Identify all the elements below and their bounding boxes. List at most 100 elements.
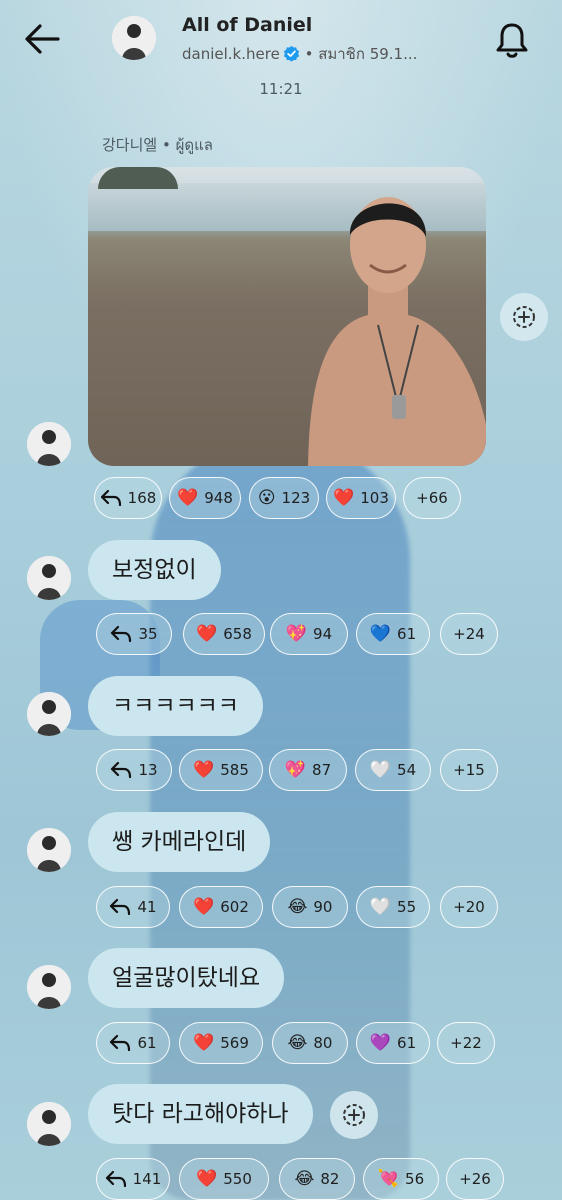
reaction-pill[interactable]: 💙 61 (356, 613, 430, 655)
reaction-emoji: ❤️ (193, 1032, 215, 1053)
reaction-pill[interactable]: 🤍 54 (355, 749, 431, 791)
reaction-count: 103 (360, 489, 389, 507)
reaction-emoji: ❤️ (196, 1168, 218, 1189)
channel-avatar[interactable] (112, 16, 156, 60)
reaction-count: 13 (138, 761, 158, 779)
sender-avatar[interactable] (27, 1102, 71, 1146)
reply-count-button[interactable]: 141 (96, 1158, 170, 1200)
reaction-pill[interactable]: 🤍 55 (356, 886, 430, 928)
reaction-emoji: 💖 (284, 759, 307, 780)
add-reaction-button[interactable] (500, 293, 548, 341)
reaction-emoji: ❤️ (333, 487, 355, 508)
back-arrow-icon (25, 24, 60, 54)
reply-count-button[interactable]: 41 (96, 886, 170, 928)
reaction-count: 61 (397, 1034, 417, 1052)
reaction-pill[interactable]: 😂 90 (272, 886, 348, 928)
reaction-pill[interactable]: 😂 80 (272, 1022, 348, 1064)
reaction-emoji: 😮 (257, 487, 276, 508)
reaction-pill[interactable]: ❤️ 658 (183, 613, 265, 655)
reaction-pill[interactable]: ❤️ 550 (179, 1158, 269, 1200)
reply-count-button[interactable]: 13 (96, 749, 172, 791)
avatar-person-icon (27, 1102, 71, 1146)
reaction-pill[interactable]: 💜 61 (356, 1022, 430, 1064)
reaction-pill[interactable]: ❤️ 602 (179, 886, 263, 928)
reply-arrow-icon (110, 898, 131, 916)
channel-subtitle: daniel.k.here • สมาชิก 59.1... (182, 42, 417, 66)
sender-avatar[interactable] (27, 965, 71, 1009)
reply-count-button[interactable]: 35 (96, 613, 172, 655)
reply-count-button[interactable]: 168 (94, 477, 162, 519)
reply-arrow-icon (100, 489, 121, 507)
reply-arrow-icon (105, 1170, 126, 1188)
member-count: • สมาชิก 59.1... (304, 45, 418, 63)
sender-avatar[interactable] (27, 828, 71, 872)
reaction-pill[interactable]: ❤️ 585 (179, 749, 263, 791)
notifications-button[interactable] (494, 20, 530, 60)
reaction-pill[interactable]: 💖 87 (269, 749, 347, 791)
message-bubble[interactable]: 탓다 라고해야하나 (88, 1084, 313, 1144)
channel-header: All of Daniel daniel.k.here • สมาชิก 59.… (0, 0, 562, 80)
back-button[interactable] (22, 22, 62, 56)
reaction-pill[interactable]: ❤️ 569 (179, 1022, 263, 1064)
add-reaction-icon (343, 1104, 365, 1126)
reaction-count: +15 (453, 761, 485, 779)
reaction-emoji: 🤍 (369, 759, 392, 780)
avatar-person-icon (112, 16, 156, 60)
reaction-pill[interactable]: 💘 56 (363, 1158, 439, 1200)
reply-count-button[interactable]: 61 (96, 1022, 170, 1064)
photo-island (98, 167, 178, 189)
avatar-person-icon (27, 422, 71, 466)
message-bubble[interactable]: 보정없이 (88, 540, 221, 600)
verified-badge-icon (283, 45, 299, 62)
reaction-pill[interactable]: 😮 123 (249, 477, 319, 519)
more-reactions-button[interactable]: +26 (446, 1158, 504, 1200)
more-reactions-button[interactable]: +15 (440, 749, 498, 791)
reaction-count: 602 (220, 898, 249, 916)
reaction-count: 585 (220, 761, 249, 779)
reply-arrow-icon (110, 1034, 131, 1052)
reaction-count: +24 (453, 625, 485, 643)
reaction-count: +66 (416, 489, 448, 507)
reaction-count: 550 (223, 1170, 252, 1188)
sender-avatar[interactable] (27, 556, 71, 600)
reaction-count: 61 (137, 1034, 157, 1052)
reaction-count: +22 (450, 1034, 482, 1052)
more-reactions-button[interactable]: +22 (437, 1022, 495, 1064)
message-timestamp: 11:21 (259, 80, 303, 98)
sender-avatar[interactable] (27, 692, 71, 736)
reaction-pill[interactable]: ❤️ 103 (326, 477, 396, 519)
reaction-emoji: 😂 (294, 1168, 315, 1189)
reaction-emoji: ❤️ (193, 759, 215, 780)
more-reactions-button[interactable]: +66 (403, 477, 461, 519)
reaction-emoji: 💘 (377, 1168, 400, 1189)
avatar-person-icon (27, 692, 71, 736)
reaction-count: 54 (397, 761, 417, 779)
message-bubble[interactable]: ㅋㅋㅋㅋㅋㅋ (88, 676, 263, 736)
sender-avatar[interactable] (27, 422, 71, 466)
message-bubble[interactable]: 쌩 카메라인데 (88, 812, 271, 872)
add-reaction-button[interactable] (330, 1091, 378, 1139)
reaction-pill[interactable]: 💖 94 (270, 613, 348, 655)
reply-arrow-icon (111, 761, 132, 779)
reaction-count: 948 (204, 489, 233, 507)
reaction-count: 94 (313, 625, 333, 643)
photo-person (308, 197, 486, 466)
reaction-count: 90 (313, 898, 333, 916)
message-bubble[interactable]: 얼굴많이탔네요 (88, 948, 285, 1008)
reaction-count: 35 (138, 625, 158, 643)
avatar-person-icon (27, 556, 71, 600)
reaction-count: 87 (312, 761, 332, 779)
reaction-pill[interactable]: ❤️ 948 (169, 477, 241, 519)
reaction-count: 55 (397, 898, 417, 916)
reaction-count: 82 (320, 1170, 340, 1188)
reaction-count: 141 (132, 1170, 162, 1188)
reaction-emoji: 😂 (287, 1032, 308, 1053)
more-reactions-button[interactable]: +24 (440, 613, 498, 655)
reaction-pill[interactable]: 😂 82 (279, 1158, 355, 1200)
photo-message[interactable] (88, 167, 486, 466)
reaction-count: 80 (313, 1034, 333, 1052)
sender-label: 강다니엘 • ผู้ดูแล (102, 136, 213, 154)
reaction-emoji: 🤍 (369, 896, 392, 917)
more-reactions-button[interactable]: +20 (440, 886, 498, 928)
channel-title: All of Daniel (182, 14, 313, 36)
